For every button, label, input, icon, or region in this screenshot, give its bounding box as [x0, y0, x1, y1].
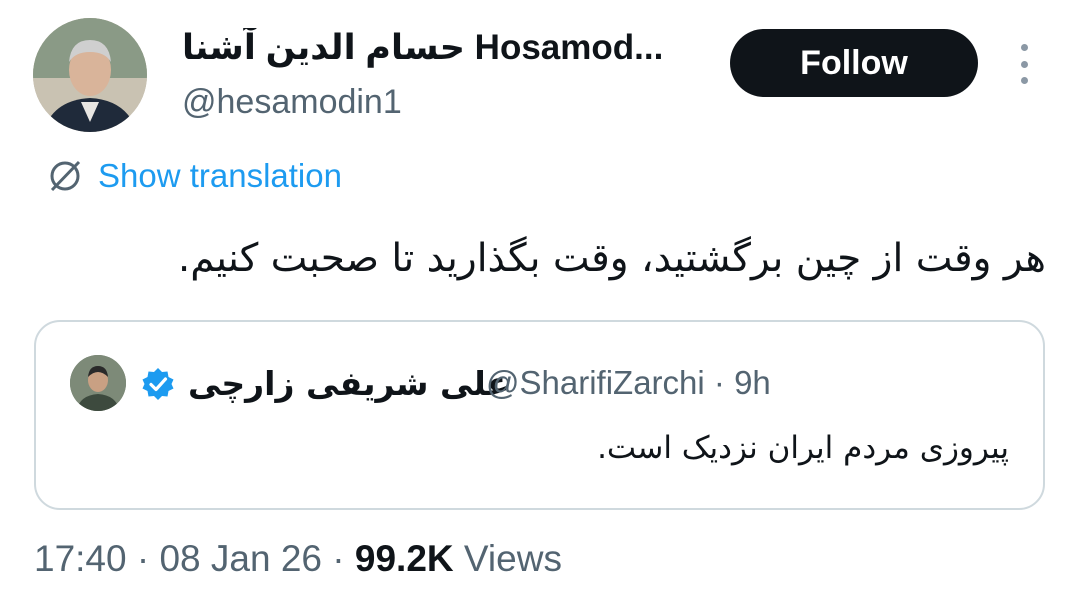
tweet-date[interactable]: 08 Jan 26 [159, 538, 322, 579]
author-avatar-image [33, 18, 147, 132]
tweet-body-text: هر وقت از چین برگشتید، وقت بگذارید تا صح… [177, 236, 1046, 281]
meta-separator: · [332, 538, 345, 579]
verified-badge-icon [142, 368, 174, 400]
author-avatar[interactable] [33, 18, 147, 132]
quoted-tweet-text: پیروزی مردم ایران نزدیک است. [597, 430, 1009, 466]
quoted-author-avatar[interactable] [70, 355, 126, 411]
follow-button[interactable]: Follow [730, 29, 978, 97]
quoted-avatar-image [70, 355, 126, 411]
views-count[interactable]: 99.2K [355, 538, 454, 579]
quoted-time: · 9h [713, 364, 771, 401]
author-handle[interactable]: @hesamodin1 [182, 83, 402, 122]
author-display-name[interactable]: حسام الدین آشنا Hosamod... [182, 28, 672, 68]
more-options-icon[interactable] [1013, 44, 1035, 84]
quoted-author-name[interactable]: علی شریفی زارچی [188, 364, 509, 403]
translate-globe-icon [50, 160, 81, 192]
tweet-time[interactable]: 17:40 [34, 538, 127, 579]
quoted-author-handle[interactable]: @SharifiZarchi [486, 364, 705, 401]
show-translation-link[interactable]: Show translation [46, 157, 342, 195]
tweet-metadata: 17:40 · 08 Jan 26 · 99.2K Views [34, 538, 562, 580]
show-translation-label: Show translation [98, 157, 342, 194]
meta-separator: · [136, 538, 150, 579]
views-label: Views [463, 538, 562, 579]
quoted-author-handle-time: @SharifiZarchi · 9h [486, 364, 771, 402]
quoted-tweet[interactable]: علی شریفی زارچی @SharifiZarchi · 9h پیرو… [34, 320, 1045, 510]
tweet: حسام الدین آشنا Hosamod... @hesamodin1 F… [0, 0, 1080, 606]
